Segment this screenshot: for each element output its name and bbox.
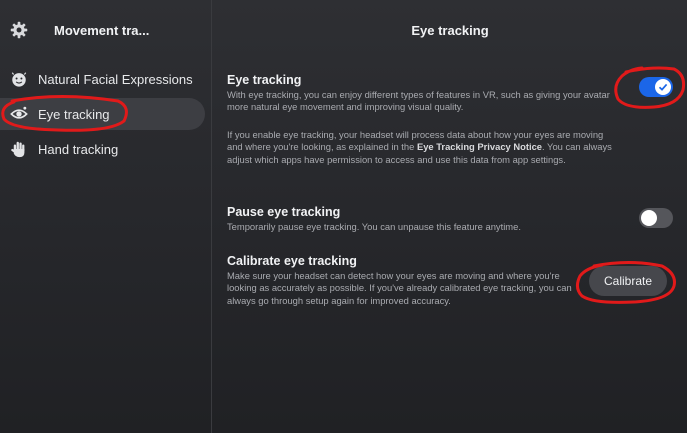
sidebar-item-eye-tracking[interactable]: Eye tracking [0, 98, 205, 130]
calibrate-eye-tracking-description: Make sure your headset can detect how yo… [227, 270, 572, 306]
sidebar: Movement tra... Natural Facial Expressio… [0, 0, 212, 433]
sidebar-item-label: Hand tracking [38, 142, 119, 157]
sidebar-item-natural-facial-expressions[interactable]: Natural Facial Expressions [0, 63, 205, 95]
main-panel: Eye tracking Eye tracking With eye track… [213, 0, 687, 433]
sidebar-header: Movement tra... [0, 0, 212, 60]
sidebar-item-label: Eye tracking [38, 107, 110, 122]
calibrate-eye-tracking-title: Calibrate eye tracking [227, 254, 357, 268]
sidebar-item-hand-tracking[interactable]: Hand tracking [0, 133, 205, 165]
hand-icon [11, 141, 25, 158]
eye-tracking-privacy-description: If you enable eye tracking, your headset… [227, 129, 612, 166]
sidebar-item-label: Natural Facial Expressions [38, 72, 193, 87]
privacy-notice-link[interactable]: Eye Tracking Privacy Notice [417, 141, 542, 152]
pause-eye-tracking-toggle[interactable] [639, 208, 673, 228]
eye-tracking-toggle[interactable] [639, 77, 673, 97]
gear-icon[interactable] [10, 21, 28, 39]
pause-eye-tracking-description: Temporarily pause eye tracking. You can … [227, 221, 521, 232]
settings-window: Movement tra... Natural Facial Expressio… [0, 0, 687, 433]
toggle-knob [655, 79, 671, 95]
sidebar-title: Movement tra... [54, 23, 150, 38]
pause-eye-tracking-title: Pause eye tracking [227, 205, 341, 219]
eye-icon [10, 106, 28, 119]
calibrate-button[interactable]: Calibrate [589, 266, 667, 296]
toggle-knob [641, 210, 657, 226]
check-icon [658, 83, 668, 91]
page-title: Eye tracking [411, 23, 489, 38]
face-icon [11, 72, 27, 87]
eye-tracking-description: With eye tracking, you can enjoy differe… [227, 89, 610, 113]
eye-tracking-title: Eye tracking [227, 73, 302, 87]
